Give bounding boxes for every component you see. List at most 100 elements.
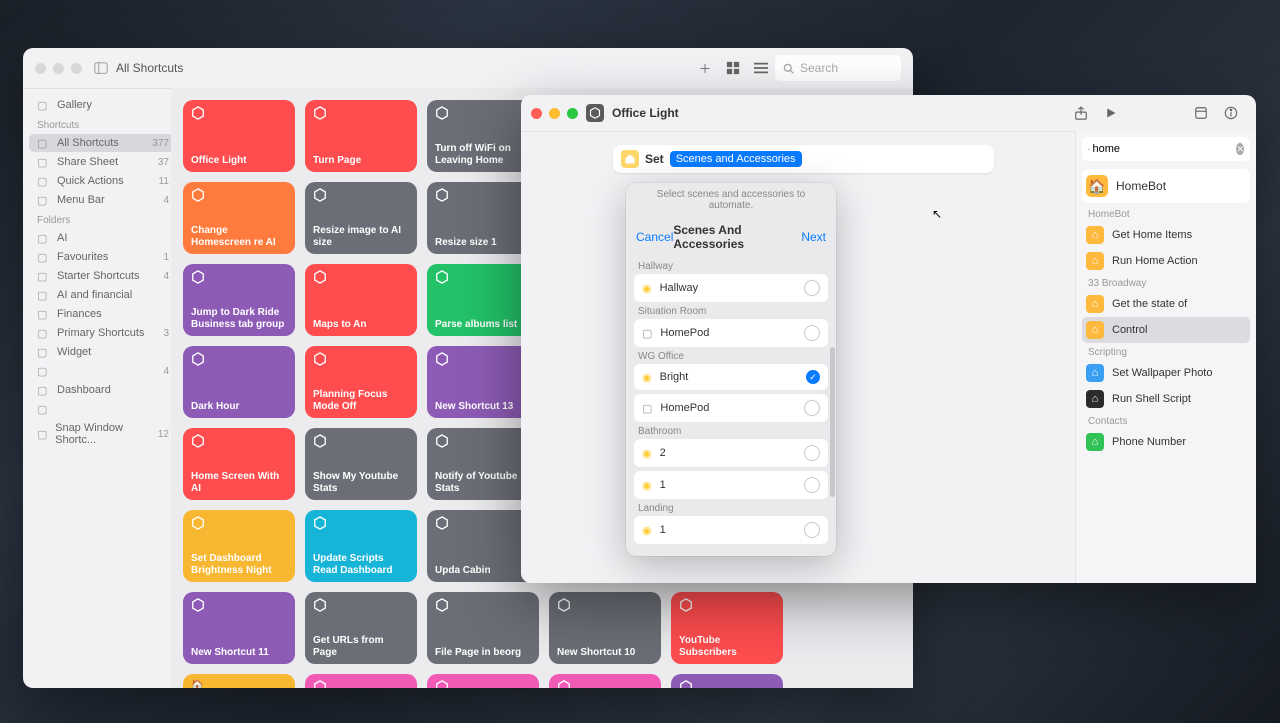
popover-row[interactable]: ◉1 [634, 516, 828, 544]
sidebar-item[interactable]: ▢Favourites1 [29, 248, 177, 266]
popover-row[interactable]: ◉2 [634, 439, 828, 467]
shortcut-card[interactable]: New Shortcut 11 [183, 592, 295, 664]
sidebar-item[interactable]: ▢Quick Actions11 [29, 172, 177, 190]
action-item[interactable]: ⌂Set Wallpaper Photo [1082, 360, 1250, 386]
shortcut-card[interactable]: Jump to Dark Ride Business tab group [183, 264, 295, 336]
popover-row[interactable]: ◉Bright✓ [634, 364, 828, 390]
popover-row[interactable]: ▢HomePod [634, 394, 828, 422]
popover-scrollbar[interactable] [830, 347, 835, 497]
scenes-popover: Select scenes and accessories to automat… [626, 183, 836, 556]
shortcut-card[interactable]: Turn Page [305, 100, 417, 172]
minimize-icon[interactable] [53, 63, 64, 74]
shortcut-card[interactable]: Podcast [549, 674, 661, 688]
sidebar-toggle-icon[interactable] [94, 61, 108, 75]
info-icon[interactable] [1216, 101, 1246, 125]
close-icon[interactable] [35, 63, 46, 74]
run-icon[interactable] [1096, 101, 1126, 125]
layers-icon: ▢ [37, 137, 51, 149]
shortcut-card[interactable]: Podcast [305, 674, 417, 688]
action-item[interactable]: ⌂Run Home Action [1082, 248, 1250, 274]
card-label: Get URLs from Page [313, 635, 409, 658]
sidebar-item[interactable]: ▢Dashboard [29, 381, 177, 399]
action-search-input[interactable] [1090, 142, 1236, 156]
card-label: Turn Page [313, 155, 409, 167]
sidebar-item[interactable]: ▢Primary Shortcuts3 [29, 324, 177, 342]
share-icon[interactable] [1066, 101, 1096, 125]
radio-icon [804, 477, 820, 493]
popover-row[interactable]: ◉Hallway [634, 274, 828, 302]
sidebar-item-label: Dashboard [57, 384, 111, 396]
layers-icon [191, 270, 287, 286]
minimize-icon[interactable] [549, 108, 560, 119]
app-homebot-row[interactable]: 🏠 HomeBot [1082, 169, 1250, 203]
zoom-icon[interactable] [567, 108, 578, 119]
action-verb: Set [645, 152, 664, 166]
layers-icon [435, 598, 531, 614]
home-action-pill[interactable]: Set Scenes and Accessories [613, 145, 994, 173]
shortcut-card[interactable]: Resize image to AI size [305, 182, 417, 254]
sidebar-item[interactable]: ▢4 [29, 362, 177, 380]
add-button[interactable]: ＋ [691, 56, 719, 80]
shortcut-card[interactable]: YouTube Subscribers [671, 592, 783, 664]
shortcut-card[interactable]: File Page in beorg [427, 592, 539, 664]
sidebar-item-label: Favourites [57, 251, 108, 263]
shortcut-card[interactable]: Office Light [183, 100, 295, 172]
action-item[interactable]: ⌂Control [1082, 317, 1250, 343]
sidebar-item[interactable]: ▢AI and financial [29, 286, 177, 304]
card-label: New Shortcut 13 [435, 401, 531, 413]
shortcut-card[interactable]: New Shortcut 10 [549, 592, 661, 664]
sidebar-item[interactable]: ▢Finances [29, 305, 177, 323]
action-item[interactable]: ⌂Run Shell Script [1082, 386, 1250, 412]
sidebar-item[interactable]: ▢Starter Shortcuts4 [29, 267, 177, 285]
sidebar-item[interactable]: ▢Menu Bar4 [29, 191, 177, 209]
grid-view-icon[interactable] [719, 56, 747, 80]
card-label: Upda Cabin [435, 565, 531, 577]
shortcut-card[interactable]: Change Homescreen re AI [183, 182, 295, 254]
popover-cancel[interactable]: Cancel [636, 230, 673, 244]
layers-icon [191, 516, 287, 532]
action-item[interactable]: ⌂Get Home Items [1082, 222, 1250, 248]
sidebar-item[interactable]: ▢ [29, 400, 177, 418]
action-item[interactable]: ⌂Get the state of [1082, 291, 1250, 317]
action-section: 33 Broadway [1088, 278, 1250, 289]
library-icon[interactable] [1186, 101, 1216, 125]
sidebar-item[interactable]: ▢Snap Window Shortc...12 [29, 419, 177, 449]
shortcut-card[interactable]: Show My Youtube Stats [305, 428, 417, 500]
action-icon: ⌂ [1086, 364, 1104, 382]
shortcut-card[interactable]: Get URLs from Page [305, 592, 417, 664]
card-label: Office Light [191, 155, 287, 167]
close-icon[interactable] [531, 108, 542, 119]
action-search[interactable]: ✕ [1082, 137, 1250, 161]
shortcut-card[interactable]: Update Scripts Read Dashboard [305, 510, 417, 582]
zoom-icon[interactable] [71, 63, 82, 74]
action-icon: ⌂ [1086, 321, 1104, 339]
sidebar-item-count: 377 [152, 138, 169, 149]
editor-canvas: Set Scenes and Accessories Select scenes… [521, 131, 1075, 583]
shortcut-card[interactable]: Home Screen With AI [183, 428, 295, 500]
mouse-cursor: ↖ [932, 207, 942, 221]
shortcut-card[interactable] [427, 674, 539, 688]
shortcut-card[interactable]: Dark Hour [183, 346, 295, 418]
shortcut-card[interactable]: Set Dashboard Brightness Night [183, 510, 295, 582]
sidebar-item[interactable]: ▢Widget [29, 343, 177, 361]
popover-next[interactable]: Next [801, 230, 826, 244]
popover-row[interactable]: ▢HomePod [634, 319, 828, 347]
main-search[interactable]: Search [775, 55, 901, 81]
shortcut-card[interactable]: 🏠 [183, 674, 295, 688]
action-icon: ⌂ [1086, 433, 1104, 451]
popover-title: Scenes And Accessories [673, 223, 801, 251]
shortcut-card[interactable]: Planning Focus Mode Off [305, 346, 417, 418]
action-token[interactable]: Scenes and Accessories [670, 151, 802, 167]
sidebar-gallery[interactable]: ▢Gallery [29, 96, 177, 114]
layers-icon [191, 598, 287, 614]
shortcut-card[interactable]: Maps to An [305, 264, 417, 336]
list-view-icon[interactable] [747, 56, 775, 80]
sidebar-item[interactable]: ▢All Shortcuts377 [29, 134, 177, 152]
shortcut-card[interactable] [671, 674, 783, 688]
popover-row[interactable]: ◉1 [634, 471, 828, 499]
sidebar-item[interactable]: ▢Share Sheet37 [29, 153, 177, 171]
sidebar-item[interactable]: ▢AI [29, 229, 177, 247]
action-item[interactable]: ⌂Phone Number [1082, 429, 1250, 455]
clear-search-icon[interactable]: ✕ [1236, 143, 1244, 155]
folder-icon: ▢ [37, 270, 51, 282]
